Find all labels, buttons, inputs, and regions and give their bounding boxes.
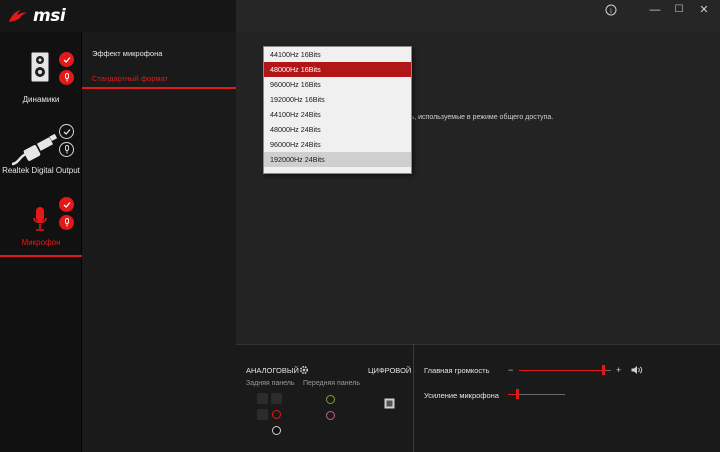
- format-option[interactable]: 44100Hz 16Bits: [264, 47, 411, 62]
- volume-plus[interactable]: +: [616, 365, 621, 375]
- communication-device-badge[interactable]: [59, 142, 74, 157]
- minimize-button[interactable]: —: [644, 2, 666, 18]
- mic-small-icon: [64, 145, 69, 154]
- title-bar: msi i — ☐ ✕: [0, 0, 720, 32]
- dragon-icon: [9, 10, 27, 22]
- active-device-indicator: [0, 255, 82, 257]
- main-volume-thumb[interactable]: [602, 365, 606, 375]
- mic-boost-thumb[interactable]: [516, 389, 520, 399]
- front-panel-label: Передняя панель: [303, 380, 360, 387]
- optical-cable-icon: [11, 134, 58, 166]
- front-mic-jack[interactable]: [326, 411, 335, 420]
- maximize-button[interactable]: ☐: [668, 2, 690, 18]
- communication-device-badge[interactable]: [59, 215, 74, 230]
- digital-label: ЦИФРОВОЙ: [368, 366, 412, 375]
- format-option-hovered[interactable]: 192000Hz 24Bits: [264, 152, 411, 167]
- rear-black-jack[interactable]: [272, 426, 281, 435]
- rear-jack: [257, 393, 268, 404]
- rear-mic-jack[interactable]: [272, 410, 281, 419]
- close-button[interactable]: ✕: [693, 2, 715, 18]
- gear-icon[interactable]: [299, 365, 309, 375]
- main-volume-fill: [519, 369, 604, 371]
- default-device-badge[interactable]: [59, 197, 74, 212]
- microphone-icon: [33, 207, 47, 231]
- active-menu-indicator: [82, 87, 236, 89]
- menu-item-default-format[interactable]: Стандартный формат: [92, 74, 168, 83]
- communication-device-badge[interactable]: [59, 70, 74, 85]
- format-dropdown-list[interactable]: 44100Hz 16Bits 48000Hz 16Bits 96000Hz 16…: [263, 46, 412, 174]
- device-sidebar: Динамики Realtek Digital Output Микрофон: [0, 32, 82, 452]
- check-icon: [63, 128, 70, 135]
- device-digital-output[interactable]: Realtek Digital Output: [0, 122, 82, 197]
- rear-jack: [257, 409, 268, 420]
- msi-logo: msi: [8, 6, 66, 26]
- device-label: Микрофон: [21, 238, 61, 247]
- front-headphone-jack[interactable]: [326, 395, 335, 404]
- default-device-badge[interactable]: [59, 124, 74, 139]
- mic-small-icon: [64, 218, 69, 227]
- svg-text:i: i: [610, 7, 612, 15]
- device-label: Realtek Digital Output: [2, 166, 80, 175]
- format-option[interactable]: 96000Hz 24Bits: [264, 137, 411, 152]
- format-description: ость, используемые в режиме общего досту…: [400, 114, 554, 121]
- mic-small-icon: [64, 73, 69, 82]
- maximize-icon: ☐: [674, 4, 684, 15]
- rear-jack: [271, 393, 282, 404]
- device-speakers[interactable]: Динамики: [0, 32, 82, 122]
- main-volume-label: Главная громкость: [424, 366, 490, 375]
- rear-panel-label: Задняя панель: [246, 380, 295, 387]
- spdif-port-icon[interactable]: [384, 398, 395, 409]
- format-option-selected[interactable]: 48000Hz 16Bits: [264, 62, 411, 77]
- settings-menu: Эффект микрофона Стандартный формат: [82, 32, 236, 452]
- analog-label: АНАЛОГОВЫЙ: [246, 366, 299, 375]
- bottom-divider: [413, 344, 414, 452]
- mic-boost-label: Усиление микрофона: [424, 391, 499, 400]
- info-button[interactable]: i: [600, 2, 622, 18]
- speaker-icon: [31, 52, 49, 82]
- speaker-volume-icon[interactable]: [631, 365, 643, 375]
- brand-name: msi: [33, 6, 66, 26]
- check-icon: [63, 201, 70, 208]
- check-icon: [63, 56, 70, 63]
- close-icon: ✕: [699, 4, 709, 16]
- info-icon: i: [605, 4, 617, 16]
- minimize-icon: —: [649, 4, 661, 16]
- format-option[interactable]: 96000Hz 16Bits: [264, 77, 411, 92]
- format-option[interactable]: 192000Hz 16Bits: [264, 92, 411, 107]
- volume-minus[interactable]: −: [508, 365, 513, 375]
- menu-item-mic-effect[interactable]: Эффект микрофона: [92, 49, 162, 58]
- default-device-badge[interactable]: [59, 52, 74, 67]
- format-option[interactable]: 48000Hz 24Bits: [264, 122, 411, 137]
- device-microphone[interactable]: Микрофон: [0, 197, 82, 259]
- device-label: Динамики: [22, 95, 60, 104]
- format-option[interactable]: 44100Hz 24Bits: [264, 107, 411, 122]
